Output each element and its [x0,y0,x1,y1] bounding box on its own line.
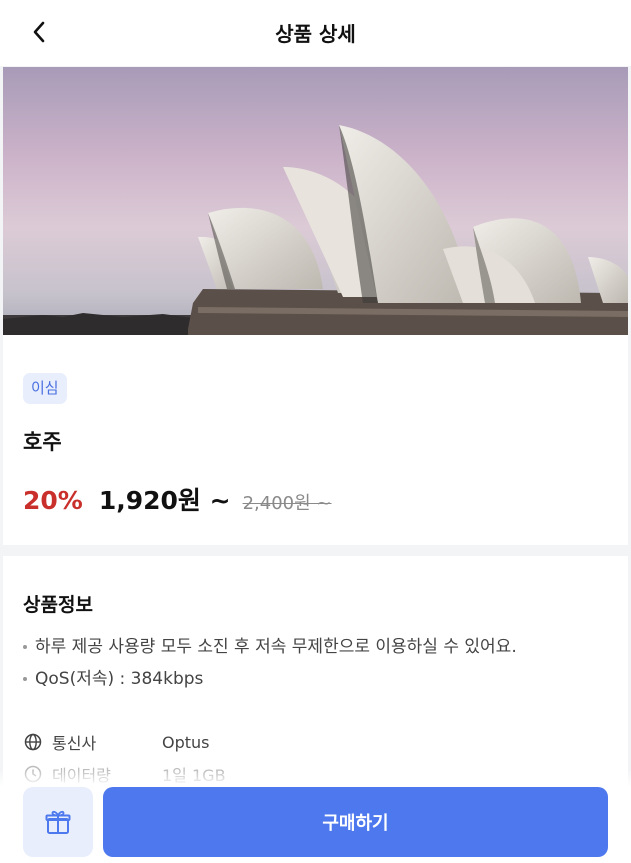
gift-icon [45,810,71,834]
info-bullet-list: 하루 제공 사용량 모두 소진 후 저속 무제한으로 이용하실 수 있어요. Q… [23,631,517,695]
section-title: 상품정보 [23,594,93,616]
purchase-button[interactable]: 구매하기 [103,787,608,857]
bullet-text: QoS(저속) : 384kbps [35,669,204,689]
product-summary: 이심 호주 20% 1,920원 ~ 2,400원 ~ [3,335,628,545]
app-header: 상품 상세 [0,0,631,66]
bottom-action-bar: 구매하기 [0,770,631,863]
spec-value: Optus [162,732,210,752]
spec-label: 통신사 [52,734,97,753]
gift-button[interactable] [23,787,93,857]
product-name: 호주 [23,430,62,454]
sale-price: 1,920원 ~ [98,486,231,515]
spec-row-carrier: 통신사 Optus [23,730,210,754]
bullet-dot [23,645,27,649]
price-row: 20% 1,920원 ~ 2,400원 ~ [23,481,331,517]
bullet-text: 하루 제공 사용량 모두 소진 후 저속 무제한으로 이용하실 수 있어요. [35,637,517,657]
list-item: 하루 제공 사용량 모두 소진 후 저속 무제한으로 이용하실 수 있어요. [23,631,517,663]
globe-icon [23,732,43,752]
list-item: QoS(저속) : 384kbps [23,663,517,695]
hero-image [3,67,628,335]
page-title: 상품 상세 [275,22,356,46]
bullet-dot [23,677,27,681]
product-type-badge: 이심 [23,373,67,404]
opera-house-illustration [3,67,628,335]
discount-rate: 20% [23,486,83,515]
original-price: 2,400원 ~ [242,493,332,514]
